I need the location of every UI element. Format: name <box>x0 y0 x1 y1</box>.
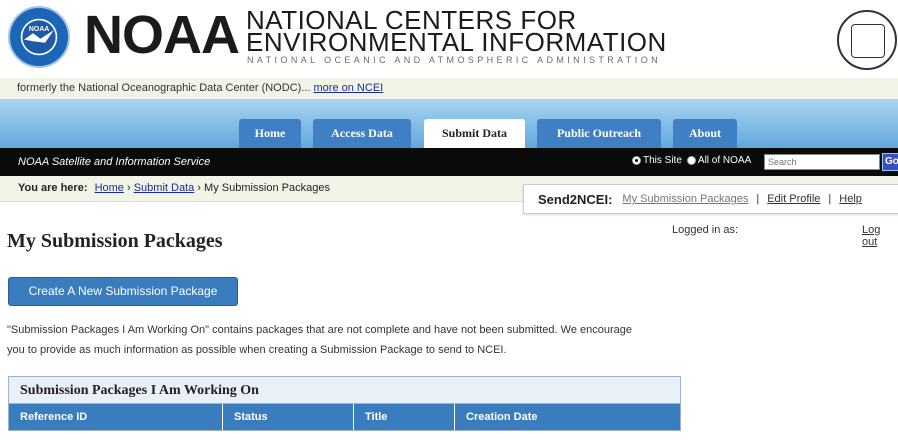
breadcrumb-separator: › <box>126 182 134 194</box>
main-nav: Home Access Data Submit Data Public Outr… <box>0 99 898 148</box>
help-link[interactable]: Help <box>839 193 862 205</box>
breadcrumb-label: You are here: <box>18 182 88 194</box>
description-line1: "Submission Packages I Am Working On" co… <box>7 324 632 336</box>
radio-this-site[interactable] <box>632 156 641 165</box>
logout-link[interactable]: Log out <box>862 224 898 248</box>
breadcrumb-home[interactable]: Home <box>95 182 124 194</box>
search-scope-group: This Site All of NOAA <box>632 155 751 166</box>
breadcrumb-current: My Submission Packages <box>204 182 330 194</box>
table-header-row: Reference ID Status Title Creation Date <box>9 404 680 430</box>
commerce-seal-icon[interactable] <box>837 10 897 70</box>
radio-this-site-label: This Site <box>643 155 682 166</box>
noaa-logo-icon[interactable]: NOAA <box>8 6 70 68</box>
my-submission-packages-link[interactable]: My Submission Packages <box>622 193 748 205</box>
utility-bar: NOAA Satellite and Information Service T… <box>0 148 898 176</box>
tab-submit-data[interactable]: Submit Data <box>424 119 525 148</box>
tab-home[interactable]: Home <box>239 119 301 148</box>
ncei-title-line2[interactable]: ENVIRONMENTAL INFORMATION <box>246 29 667 55</box>
search-go-button[interactable]: Go <box>882 153 898 171</box>
column-header-status[interactable]: Status <box>223 404 354 430</box>
column-header-title[interactable]: Title <box>354 404 455 430</box>
tab-about[interactable]: About <box>673 119 737 148</box>
working-packages-table: Submission Packages I Am Working On Refe… <box>8 376 681 431</box>
site-header: NOAA NOAA NATIONAL CENTERS FOR ENVIRONME… <box>0 0 898 78</box>
radio-all-noaa[interactable] <box>686 156 696 165</box>
tab-public-outreach[interactable]: Public Outreach <box>537 119 661 148</box>
column-header-creation-date[interactable]: Creation Date <box>455 404 680 430</box>
edit-profile-link[interactable]: Edit Profile <box>767 193 820 205</box>
nesdis-link[interactable]: NOAA Satellite and Information Service <box>18 148 210 176</box>
radio-all-noaa-label: All of NOAA <box>697 155 752 166</box>
menu-separator: | <box>756 193 760 205</box>
description-line2: you to provide as much information as po… <box>7 344 507 356</box>
send2ncei-brand: Send2NCEI: <box>538 191 613 207</box>
noaa-wordmark[interactable]: NOAA <box>84 8 240 62</box>
more-on-ncei-link[interactable]: more on NCEI <box>314 82 384 94</box>
tab-access-data[interactable]: Access Data <box>313 119 411 148</box>
menu-separator: | <box>828 193 832 205</box>
page-title: My Submission Packages <box>7 230 223 252</box>
description: "Submission Packages I Am Working On" co… <box>7 320 697 360</box>
column-header-reference-id[interactable]: Reference ID <box>9 404 223 430</box>
formerly-bar: formerly the National Oceanographic Data… <box>0 78 898 99</box>
formerly-text: formerly the National Oceanographic Data… <box>17 82 311 94</box>
breadcrumb-submit-data[interactable]: Submit Data <box>134 182 195 194</box>
ncei-subtitle: NATIONAL OCEANIC AND ATMOSPHERIC ADMINIS… <box>247 55 661 65</box>
search-input[interactable] <box>764 154 880 170</box>
send2ncei-menu: Send2NCEI: My Submission Packages | Edit… <box>523 184 898 214</box>
create-submission-package-button[interactable]: Create A New Submission Package <box>8 277 238 306</box>
logged-in-label: Logged in as: <box>672 224 739 236</box>
table-caption: Submission Packages I Am Working On <box>9 377 680 404</box>
